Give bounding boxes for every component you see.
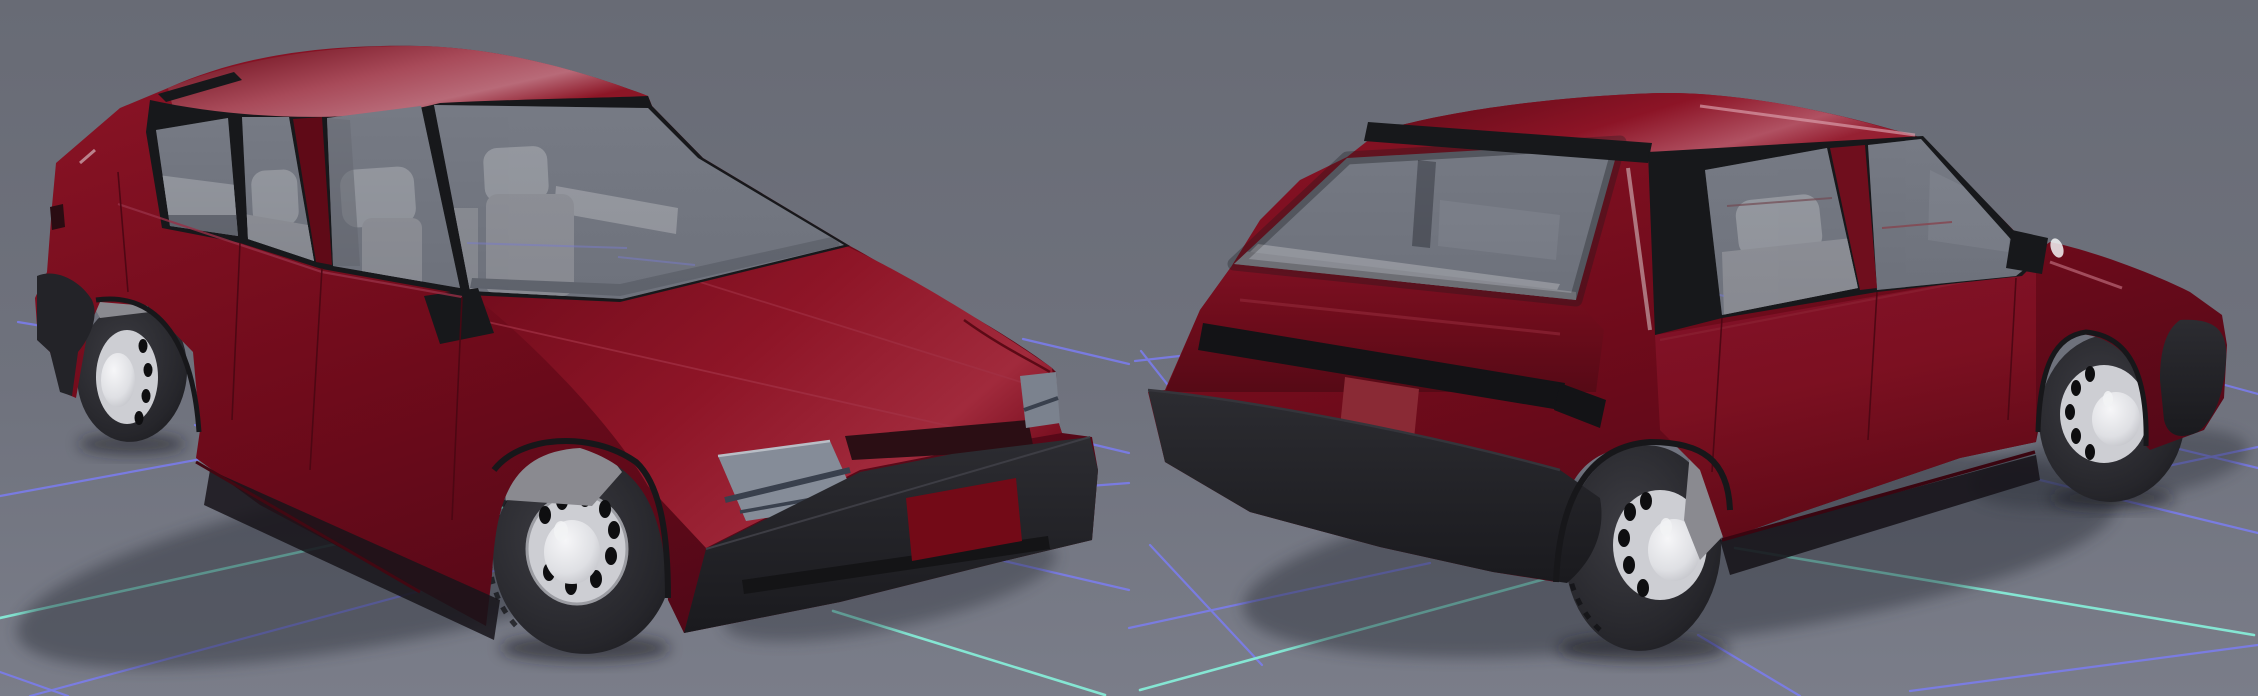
- hubcap-specular: [554, 521, 568, 541]
- headlight-right: [1020, 372, 1060, 428]
- hubcap-dome: [101, 353, 135, 407]
- viewport-canvas[interactable]: [0, 0, 2258, 696]
- viewport[interactable]: [0, 0, 2258, 696]
- taillight: [50, 204, 65, 230]
- hubcap-dome: [2092, 392, 2140, 446]
- hubcap-specular: [2103, 391, 2113, 407]
- hubcap-dome: [544, 520, 600, 584]
- hubcap-specular: [1660, 518, 1672, 536]
- wing-mirror: [2006, 230, 2048, 274]
